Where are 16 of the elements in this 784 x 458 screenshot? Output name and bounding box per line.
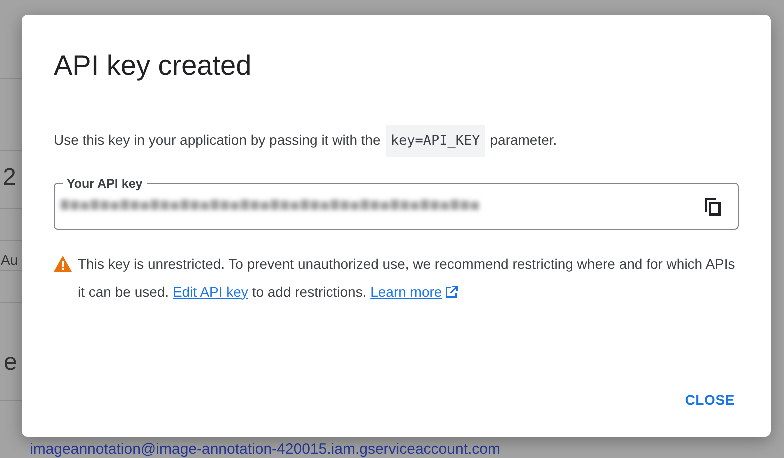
background-text: 2 bbox=[3, 163, 16, 193]
warning-text: This key is unrestricted. To prevent unauthorized use, we recommend restricting where and for which APIs it can be used. Edit API key to add restrictions. Learn more bbox=[78, 254, 736, 302]
external-link-icon bbox=[445, 284, 460, 299]
code-snippet: key=API_KEY bbox=[386, 124, 486, 157]
description-text: Use this key in your application by passing it with the bbox=[54, 131, 381, 150]
background-email-link[interactable]: imageannotation@image-annotation-420015.iam.gserviceaccount.com bbox=[30, 439, 501, 458]
close-button[interactable]: CLOSE bbox=[681, 384, 739, 417]
copy-icon bbox=[704, 196, 722, 216]
learn-more-link[interactable]: Learn more bbox=[370, 284, 460, 300]
background-text: Au bbox=[1, 251, 18, 270]
warning-icon bbox=[54, 256, 72, 272]
background-text: e bbox=[4, 348, 18, 378]
edit-api-key-link[interactable]: Edit API key bbox=[172, 284, 248, 300]
copy-button[interactable] bbox=[704, 196, 722, 216]
description-text: parameter. bbox=[490, 131, 558, 150]
dialog-title: API key created bbox=[54, 49, 253, 83]
